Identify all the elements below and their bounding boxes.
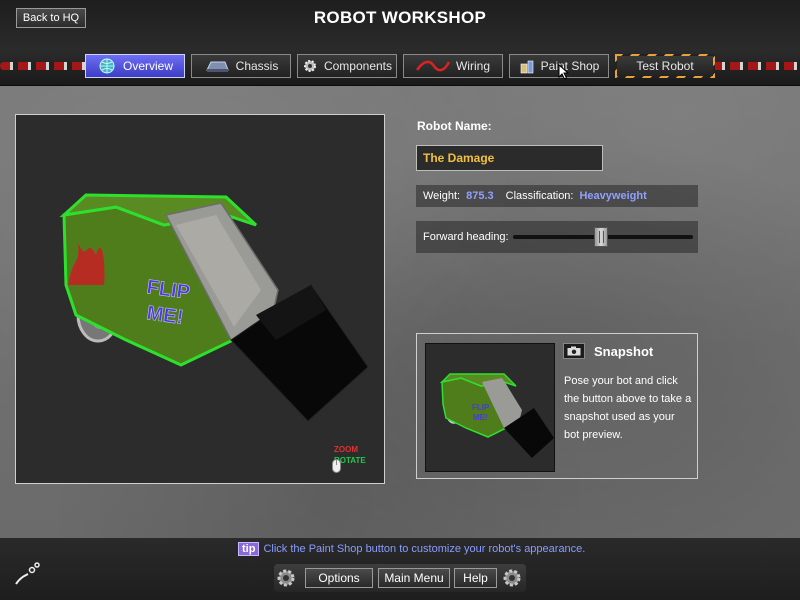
camera-icon — [567, 346, 581, 356]
forward-heading-label: Forward heading: — [423, 231, 509, 243]
snapshot-description: Pose your bot and click the button above… — [564, 375, 692, 441]
mouse-cursor-icon — [558, 64, 570, 80]
main-menu-tray: Options Main Menu Help — [274, 564, 526, 592]
globe-icon — [99, 58, 115, 74]
tip-line: tip Click the Paint Shop button to custo… — [238, 542, 585, 556]
weight-value: 875.3 — [466, 190, 494, 202]
snapshot-camera-button[interactable] — [563, 343, 585, 359]
snapshot-image: FLIP ME! — [439, 373, 554, 458]
tab-overview[interactable]: Overview — [85, 54, 185, 78]
gear-icon — [277, 569, 295, 587]
classification-label: Classification: — [505, 190, 574, 202]
svg-text:ME!: ME! — [473, 413, 488, 422]
header-bar: Back to HQ ROBOT WORKSHOP Overview Chass… — [0, 0, 800, 86]
heading-control: Forward heading: — [416, 221, 698, 253]
stats-bar: Weight: 875.3 Classification: Heavyweigh… — [416, 185, 698, 207]
tab-label: Wiring — [455, 59, 490, 73]
tab-label: Test Robot — [636, 59, 694, 73]
page-title: ROBOT WORKSHOP — [313, 8, 487, 27]
snapshot-title: Snapshot — [594, 344, 654, 359]
chassis-icon — [205, 61, 229, 72]
tip-badge: tip — [238, 542, 260, 556]
main-menu-button[interactable]: Main Menu — [378, 568, 450, 588]
heading-slider-thumb[interactable] — [594, 227, 609, 247]
tab-wiring[interactable]: Wiring — [403, 54, 503, 78]
paint-can-icon — [520, 60, 533, 74]
snapshot-panel: FLIP ME! Snapshot Pose your bot and clic… — [416, 333, 698, 479]
robot-name-label: Robot Name: — [417, 119, 492, 133]
tab-components[interactable]: Components — [297, 54, 397, 78]
robot-3d-viewport[interactable]: FLIP ME! ZOOM ROTATE — [15, 114, 385, 484]
gear-icon — [303, 60, 316, 72]
classification-value: Heavyweight — [579, 190, 647, 202]
robot-model: FLIP ME! — [59, 193, 369, 422]
tip-text: Click the Paint Shop button to customize… — [263, 543, 586, 555]
help-button[interactable]: Help — [454, 568, 497, 588]
hook-icon — [15, 562, 40, 585]
tab-label: Overview — [122, 59, 173, 73]
heading-slider[interactable] — [513, 227, 693, 247]
tab-chassis[interactable]: Chassis — [191, 54, 291, 78]
workshop-tabs: Overview Chassis Components Wiring Paint… — [0, 54, 800, 78]
footer-bar: tip Click the Paint Shop button to custo… — [0, 538, 800, 600]
tab-label: Components — [323, 59, 393, 73]
gear-icon — [503, 569, 521, 587]
tab-label: Chassis — [235, 59, 279, 73]
tab-test-robot[interactable]: Test Robot — [615, 54, 715, 78]
mouse-icon — [332, 459, 341, 473]
weight-label: Weight: — [423, 190, 461, 202]
zoom-hint: ZOOM — [334, 445, 358, 454]
options-button[interactable]: Options — [305, 568, 373, 588]
svg-text:FLIP: FLIP — [472, 403, 490, 412]
robot-name-input[interactable]: The Damage — [416, 145, 603, 171]
wire-icon — [415, 60, 450, 72]
tab-label: Paint Shop — [540, 59, 600, 73]
snapshot-preview: FLIP ME! — [425, 343, 555, 472]
